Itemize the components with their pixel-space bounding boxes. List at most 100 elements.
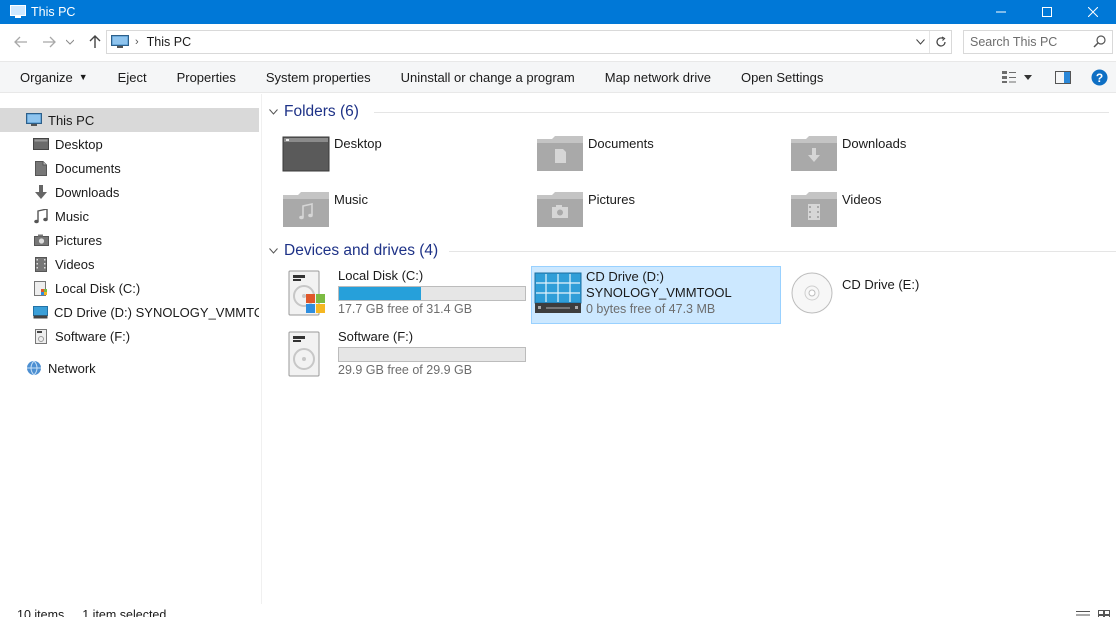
nav-item-network[interactable]: Network (26, 356, 259, 380)
folders-divider (374, 112, 1109, 113)
arrow-right-icon (43, 36, 56, 48)
details-view-icon (1076, 611, 1090, 616)
drive-usage-bar (338, 286, 526, 301)
forward-button[interactable] (38, 31, 60, 53)
nav-item-videos[interactable]: Videos (33, 252, 259, 276)
refresh-icon (935, 36, 946, 47)
music-folder-icon (282, 191, 330, 231)
large-icons-view-icon (1098, 610, 1110, 617)
address-bar[interactable]: › This PC (106, 30, 952, 54)
window-title: This PC (31, 5, 76, 19)
devices-group-header[interactable]: Devices and drives (4) (269, 240, 1116, 262)
chevron-down-icon (269, 107, 281, 118)
nav-item-music[interactable]: Music (33, 204, 259, 228)
help-icon: ? (1091, 69, 1107, 85)
open-settings-button[interactable]: Open Settings (726, 62, 838, 92)
nav-item-local-disk-c[interactable]: Local Disk (C:) (33, 276, 259, 300)
drive-usage-bar (338, 347, 526, 362)
caret-down-icon: ▼ (78, 72, 88, 82)
this-pc-icon (10, 5, 26, 19)
chevron-down-icon (269, 246, 281, 257)
drive-name: Software (F:) (338, 329, 414, 344)
film-icon (33, 256, 49, 272)
nav-item-documents[interactable]: Documents (33, 156, 259, 180)
preview-pane-icon (1055, 70, 1071, 84)
drive-name: CD Drive (D:) (586, 269, 664, 284)
drive-cd-d[interactable]: CD Drive (D:) SYNOLOGY_VMMTOOL 0 bytes f… (531, 266, 781, 324)
refresh-button[interactable] (929, 31, 951, 53)
up-button[interactable] (84, 31, 106, 53)
drive-local-disk-c[interactable]: Local Disk (C:) 17.7 GB free of 31.4 GB (286, 266, 526, 324)
windows-disk-icon (286, 270, 334, 320)
drive-info: CD Drive (E:) (842, 277, 919, 293)
folders-group-header[interactable]: Folders (6) (269, 101, 1109, 123)
search-icon[interactable] (1093, 35, 1106, 51)
details-view-button[interactable] (1076, 609, 1090, 617)
nav-item-cd-drive-d[interactable]: CD Drive (D:) SYNOLOGY_VMMTOOL (33, 300, 259, 324)
arrow-up-icon (89, 35, 101, 48)
desktop-icon (33, 136, 49, 152)
help-button[interactable]: ? (1088, 66, 1110, 88)
maximize-button[interactable] (1024, 0, 1070, 24)
eject-button[interactable]: Eject (103, 62, 162, 92)
window-controls (978, 0, 1116, 24)
folder-videos[interactable]: Videos (790, 191, 882, 231)
drive-software-f[interactable]: Software (F:) 29.9 GB free of 29.9 GB (286, 327, 526, 385)
nav-item-pictures[interactable]: Pictures (33, 228, 259, 252)
network-icon (26, 360, 42, 376)
uninstall-program-button[interactable]: Uninstall or change a program (386, 62, 590, 92)
folder-pictures[interactable]: Pictures (536, 191, 635, 231)
properties-button[interactable]: Properties (162, 62, 251, 92)
organize-button[interactable]: Organize ▼ (0, 62, 103, 92)
nav-item-this-pc[interactable]: This PC (0, 108, 259, 132)
item-count: 10 items (17, 608, 65, 617)
drive-usage-fill (339, 287, 421, 300)
hard-disk-icon (286, 331, 334, 381)
back-button[interactable] (10, 31, 32, 53)
close-button[interactable] (1070, 0, 1116, 24)
drive-free-space: 29.9 GB free of 29.9 GB (338, 363, 473, 377)
folder-downloads[interactable]: Downloads (790, 135, 906, 175)
folder-desktop[interactable]: Desktop (282, 135, 382, 175)
address-dropdown-button[interactable] (911, 39, 929, 45)
breadcrumb-this-pc[interactable]: This PC (147, 35, 191, 49)
drive-name: Local Disk (C:) (338, 268, 424, 283)
map-network-drive-button[interactable]: Map network drive (590, 62, 726, 92)
nav-item-desktop[interactable]: Desktop (33, 132, 259, 156)
search-input[interactable] (970, 32, 1090, 52)
selection-count: 1 item selected (82, 608, 167, 617)
title-bar: This PC (0, 0, 1116, 24)
recent-locations-button[interactable] (62, 31, 78, 53)
drive-volume-label: SYNOLOGY_VMMTOOL (586, 285, 732, 300)
folder-music[interactable]: Music (282, 191, 368, 231)
music-icon (33, 208, 49, 224)
documents-folder-icon (536, 135, 584, 175)
large-icons-view-button[interactable] (1098, 609, 1110, 617)
minimize-button[interactable] (978, 0, 1024, 24)
content-pane: Folders (6) Desktop Documents Downloads … (263, 94, 1116, 604)
preview-pane-button[interactable] (1052, 66, 1074, 88)
downloads-folder-icon (790, 135, 838, 175)
breadcrumb-chevron-icon: › (135, 36, 139, 48)
drive-free-space: 17.7 GB free of 31.4 GB (338, 302, 473, 316)
drive-free-space: 0 bytes free of 47.3 MB (586, 302, 716, 316)
system-properties-button[interactable]: System properties (251, 62, 386, 92)
devices-divider (449, 251, 1116, 252)
document-icon (33, 160, 49, 176)
videos-folder-icon (790, 191, 838, 231)
address-row: › This PC (0, 26, 1116, 58)
view-tools: ? (998, 62, 1116, 92)
svg-text:?: ? (1095, 71, 1102, 85)
nav-item-downloads[interactable]: Downloads (33, 180, 259, 204)
camera-icon (33, 232, 49, 248)
nav-item-software-f[interactable]: Software (F:) (33, 324, 259, 348)
drive-cd-e[interactable]: CD Drive (E:) (790, 266, 1040, 324)
change-view-button[interactable] (998, 66, 1020, 88)
empty-disc-icon (790, 271, 838, 321)
chevron-down-icon (915, 39, 925, 45)
server-disc-icon (534, 271, 582, 321)
folder-documents[interactable]: Documents (536, 135, 654, 175)
view-options-dropdown[interactable] (1022, 66, 1034, 88)
search-box[interactable] (963, 30, 1113, 54)
desktop-folder-icon (282, 135, 330, 175)
